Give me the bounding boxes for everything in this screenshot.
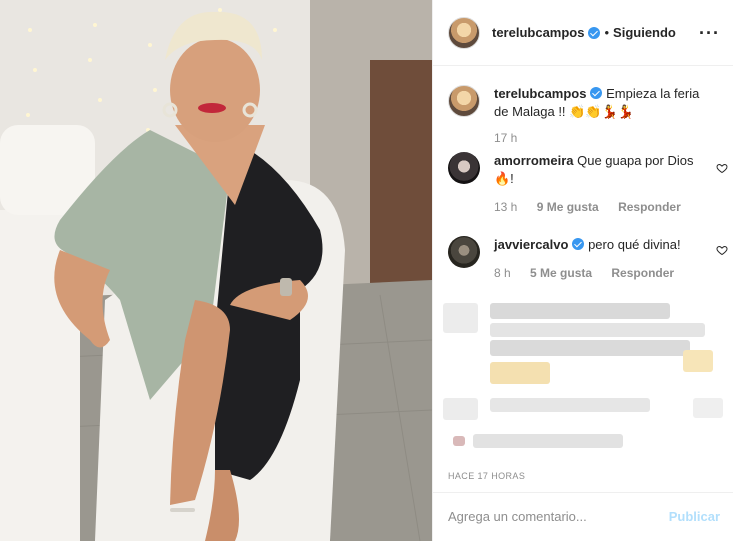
reply-button[interactable]: Responder	[618, 200, 681, 214]
pixelated-block	[683, 350, 713, 372]
comment-text: pero qué divina!	[588, 237, 681, 252]
pixelated-block	[473, 434, 623, 448]
caption-username[interactable]: terelubcampos	[494, 86, 586, 101]
comment-time[interactable]: 13 h	[494, 200, 517, 214]
caption-time[interactable]: 17 h	[494, 131, 517, 145]
verified-badge-icon	[572, 238, 585, 250]
comments-list[interactable]: terelubcampos Empieza la feria de Malaga…	[433, 66, 733, 476]
commenter-avatar[interactable]	[448, 236, 480, 268]
caption-meta: 17 h	[494, 131, 533, 145]
following-button[interactable]: Siguiendo	[613, 25, 676, 40]
post-header: terelubcampos • Siguiendo ···	[433, 0, 733, 66]
like-heart-icon[interactable]	[716, 162, 728, 174]
pixelated-block	[490, 323, 705, 337]
comment-username[interactable]: amorromeira	[494, 153, 573, 168]
caption-author-avatar[interactable]	[448, 85, 480, 117]
pixelated-block	[453, 436, 465, 446]
comment-likes[interactable]: 5 Me gusta	[530, 266, 592, 280]
caption-body: terelubcampos Empieza la feria de Malaga…	[494, 85, 716, 121]
comment-body: javviercalvo pero qué divina!	[494, 236, 716, 254]
pixelated-block	[490, 340, 690, 356]
verified-badge-icon	[590, 87, 603, 99]
post-timestamp[interactable]: HACE 17 HORAS	[448, 471, 525, 481]
pixelated-block	[443, 398, 478, 420]
post-photo[interactable]	[0, 0, 432, 541]
comment-body: amorromeira Que guapa por Dios 🔥!	[494, 152, 716, 188]
pixelated-block	[443, 303, 478, 333]
comment-likes[interactable]: 9 Me gusta	[537, 200, 599, 214]
like-heart-icon[interactable]	[716, 244, 728, 256]
comment-meta: 13 h 9 Me gusta Responder	[494, 200, 697, 214]
add-comment-bar: Agrega un comentario... Publicar	[433, 492, 733, 541]
publish-button[interactable]: Publicar	[669, 509, 720, 524]
author-username[interactable]: terelubcampos	[492, 25, 584, 40]
more-horizontal-icon[interactable]: ···	[699, 24, 720, 42]
header-separator: •	[604, 25, 610, 40]
photo-illustration	[0, 0, 432, 541]
comment-meta: 8 h 5 Me gusta Responder	[494, 266, 690, 280]
comment-username[interactable]: javviercalvo	[494, 237, 568, 252]
pixelated-block	[490, 398, 650, 412]
comment-time[interactable]: 8 h	[494, 266, 511, 280]
comment-input[interactable]: Agrega un comentario...	[448, 509, 648, 524]
pixelated-block	[693, 398, 723, 418]
pixelated-block	[490, 362, 550, 384]
reply-button[interactable]: Responder	[611, 266, 674, 280]
post-details-panel: terelubcampos • Siguiendo ··· terelubcam…	[432, 0, 733, 541]
pixelated-block	[490, 303, 670, 319]
author-avatar[interactable]	[448, 16, 480, 49]
verified-badge-icon	[588, 26, 601, 39]
pixelated-comments	[433, 298, 733, 474]
commenter-avatar[interactable]	[448, 152, 480, 184]
